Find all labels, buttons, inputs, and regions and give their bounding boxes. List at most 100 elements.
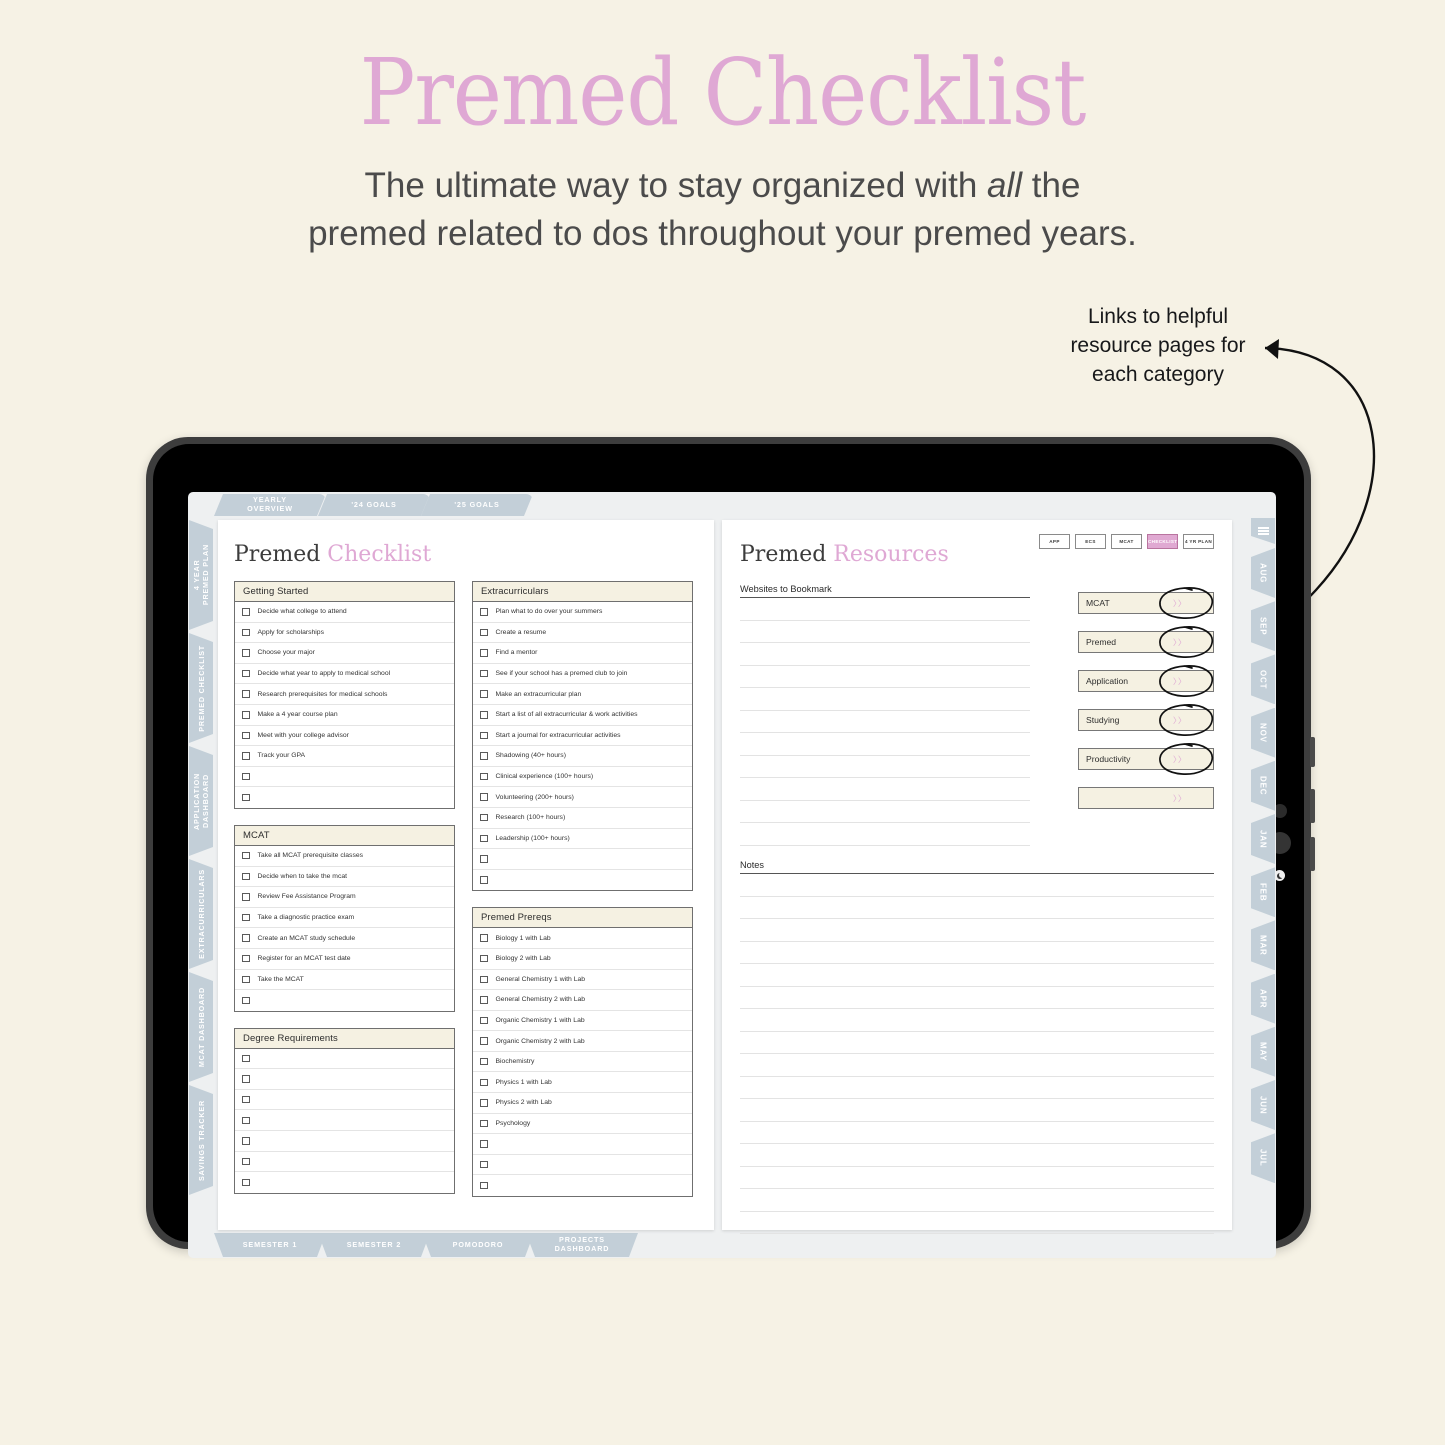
checklist-row[interactable] (235, 1152, 454, 1173)
checkbox-icon[interactable] (480, 1160, 488, 1169)
hamburger-icon[interactable] (1251, 518, 1275, 544)
left-tab-4[interactable]: MCAT DASHBOARD (189, 972, 213, 1082)
write-line[interactable] (740, 987, 1214, 1010)
checkbox-icon[interactable] (480, 772, 488, 781)
checklist-row[interactable]: Organic Chemistry 2 with Lab (473, 1031, 692, 1052)
checklist-row[interactable] (473, 849, 692, 870)
checklist-row[interactable]: Take the MCAT (235, 970, 454, 991)
websites-write-lines[interactable] (740, 598, 1030, 846)
checkbox-icon[interactable] (242, 1075, 250, 1083)
checkbox-icon[interactable] (480, 793, 488, 801)
checklist-row[interactable]: Biology 2 with Lab (473, 949, 692, 970)
month-tab-feb[interactable]: FEB (1251, 867, 1275, 917)
checklist-row[interactable]: Decide what year to apply to medical sch… (235, 664, 454, 685)
checklist-row[interactable]: Research (100+ hours) (473, 808, 692, 829)
checkbox-icon[interactable] (480, 1140, 488, 1148)
checkbox-icon[interactable] (480, 731, 488, 740)
power-button[interactable] (1310, 737, 1315, 767)
checkbox-icon[interactable] (242, 608, 250, 616)
write-line[interactable] (740, 733, 1030, 756)
month-tab-jul[interactable]: JUL (1251, 1133, 1275, 1183)
checklist-row[interactable]: Organic Chemistry 1 with Lab (473, 1011, 692, 1032)
write-line[interactable] (740, 1189, 1214, 1212)
checkbox-icon[interactable] (480, 1016, 488, 1025)
checklist-row[interactable]: Decide when to take the mcat (235, 867, 454, 888)
checkbox-icon[interactable] (480, 834, 488, 843)
checkbox-icon[interactable] (480, 1037, 488, 1045)
checkbox-icon[interactable] (480, 711, 488, 719)
mini-tab-ecs[interactable]: ECS (1075, 534, 1106, 549)
checkbox-icon[interactable] (480, 649, 488, 657)
checklist-row[interactable]: Volunteering (200+ hours) (473, 787, 692, 808)
month-tab-jan[interactable]: JAN (1251, 814, 1275, 864)
checkbox-icon[interactable] (242, 669, 250, 678)
checkbox-icon[interactable] (242, 649, 250, 657)
write-line[interactable] (740, 1099, 1214, 1122)
checkbox-icon[interactable] (480, 975, 488, 984)
checkbox-icon[interactable] (480, 876, 488, 884)
checklist-row[interactable]: Biology 1 with Lab (473, 928, 692, 949)
checkbox-icon[interactable] (242, 793, 250, 802)
checklist-row[interactable]: Clinical experience (100+ hours) (473, 767, 692, 788)
left-tab-1[interactable]: PREMED CHECKLIST (189, 633, 213, 743)
checklist-row[interactable]: General Chemistry 1 with Lab (473, 970, 692, 991)
checkbox-icon[interactable] (242, 752, 250, 760)
checkbox-icon[interactable] (480, 1057, 488, 1066)
checkbox-icon[interactable] (242, 690, 250, 698)
write-line[interactable] (740, 874, 1214, 897)
checklist-row[interactable]: Start a journal for extracurricular acti… (473, 726, 692, 747)
checkbox-icon[interactable] (242, 954, 250, 963)
checkbox-icon[interactable] (242, 893, 250, 901)
checklist-row[interactable]: Plan what to do over your summers (473, 602, 692, 623)
checkbox-icon[interactable] (480, 855, 488, 863)
checklist-row[interactable]: Track your GPA (235, 746, 454, 767)
bottom-tab-2[interactable]: POMODORO (422, 1233, 534, 1257)
checklist-row[interactable]: See if your school has a premed club to … (473, 664, 692, 685)
checklist-row[interactable]: Create a resume (473, 623, 692, 644)
checklist-row[interactable]: General Chemistry 2 with Lab (473, 990, 692, 1011)
checklist-row[interactable] (235, 787, 454, 808)
write-line[interactable] (740, 1212, 1214, 1235)
month-tab-jun[interactable]: JUN (1251, 1080, 1275, 1130)
checklist-row[interactable]: Register for an MCAT test date (235, 949, 454, 970)
checkbox-icon[interactable] (242, 1178, 250, 1187)
checkbox-icon[interactable] (242, 1157, 250, 1166)
month-tab-oct[interactable]: OCT (1251, 654, 1275, 704)
write-line[interactable] (740, 778, 1030, 801)
checklist-row[interactable] (235, 1110, 454, 1132)
month-tab-dec[interactable]: DEC (1251, 761, 1275, 811)
write-line[interactable] (740, 897, 1214, 920)
write-line[interactable] (740, 1077, 1214, 1100)
checklist-row[interactable]: Apply for scholarships (235, 623, 454, 644)
write-line[interactable] (740, 756, 1030, 779)
left-tab-2[interactable]: APPLICATION DASHBOARD (189, 746, 213, 856)
checklist-row[interactable]: Make a 4 year course plan (235, 705, 454, 726)
checkbox-icon[interactable] (480, 934, 488, 942)
month-tab-aug[interactable]: AUG (1251, 548, 1275, 598)
month-tab-apr[interactable]: APR (1251, 974, 1275, 1024)
mini-tab-app[interactable]: APP (1039, 534, 1070, 549)
resource-link-mcat[interactable]: MCAT 〉〉 (1078, 592, 1214, 614)
write-line[interactable] (740, 1009, 1214, 1032)
checklist-row[interactable]: Take all MCAT prerequisite classes (235, 846, 454, 867)
checklist-row[interactable]: Research prerequisites for medical schoo… (235, 684, 454, 705)
checkbox-icon[interactable] (480, 628, 488, 637)
checklist-row[interactable]: Physics 1 with Lab (473, 1072, 692, 1094)
resource-link-studying[interactable]: Studying 〉〉 (1078, 709, 1214, 731)
checklist-row[interactable]: Meet with your college advisor (235, 726, 454, 747)
resource-link-premed[interactable]: Premed 〉〉 (1078, 631, 1214, 653)
top-tab-2[interactable]: '25 GOALS (421, 494, 533, 516)
checkbox-icon[interactable] (242, 913, 250, 922)
checkbox-icon[interactable] (242, 1137, 250, 1145)
checklist-row[interactable] (473, 1155, 692, 1176)
resource-link-application[interactable]: Application 〉〉 (1078, 670, 1214, 692)
checkbox-icon[interactable] (480, 954, 488, 963)
write-line[interactable] (740, 711, 1030, 734)
left-tab-3[interactable]: EXTRACURRICULARS (189, 859, 213, 969)
checklist-row[interactable]: Choose your major (235, 643, 454, 664)
mini-tab-4-yr-plan[interactable]: 4 YR PLAN (1183, 534, 1214, 549)
write-line[interactable] (740, 666, 1030, 689)
checkbox-icon[interactable] (480, 752, 488, 760)
checklist-row[interactable] (473, 870, 692, 891)
write-line[interactable] (740, 964, 1214, 987)
